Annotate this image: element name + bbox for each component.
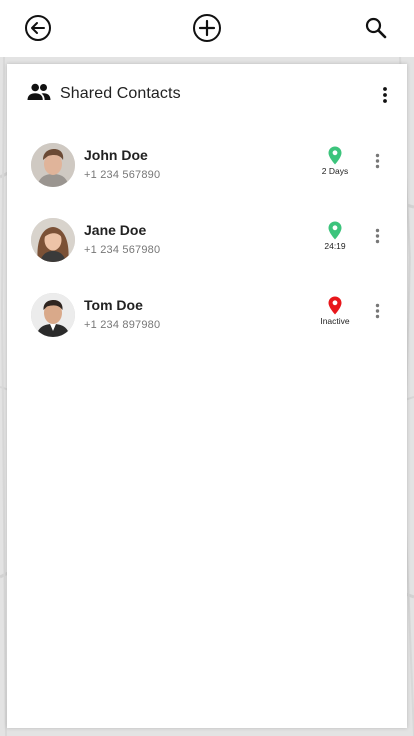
contact-name: Jane Doe — [84, 222, 147, 238]
shared-contacts-panel: Shared Contacts John Doe +1 234 567890 2… — [7, 64, 407, 728]
location-status[interactable]: 24:19 — [312, 221, 358, 257]
more-vertical-icon — [375, 153, 379, 169]
top-bar — [0, 0, 414, 57]
contact-row[interactable]: Tom Doe +1 234 897980 Inactive — [7, 293, 407, 368]
panel-header: Shared Contacts — [7, 64, 407, 126]
plus-circle-icon — [193, 14, 221, 42]
contact-row[interactable]: John Doe +1 234 567890 2 Days — [7, 143, 407, 218]
panel-title: Shared Contacts — [60, 85, 181, 102]
contact-phone: +1 234 897980 — [84, 319, 161, 331]
status-label: Inactive — [320, 316, 350, 326]
back-arrow-circle-icon — [25, 15, 51, 41]
contact-name: John Doe — [84, 147, 148, 163]
status-label: 2 Days — [321, 166, 349, 176]
contact-menu-button[interactable] — [365, 149, 389, 173]
search-button[interactable] — [359, 11, 393, 45]
contact-phone: +1 234 567980 — [84, 244, 161, 256]
avatar — [31, 218, 75, 262]
contact-phone: +1 234 567890 — [84, 169, 161, 181]
location-pin-icon — [328, 221, 342, 240]
contact-row[interactable]: Jane Doe +1 234 567980 24:19 — [7, 218, 407, 293]
location-pin-icon — [328, 146, 342, 165]
add-button[interactable] — [190, 11, 224, 45]
contact-menu-button[interactable] — [365, 299, 389, 323]
status-label: 24:19 — [324, 241, 346, 251]
contact-name: Tom Doe — [84, 297, 143, 313]
panel-menu-button[interactable] — [373, 82, 397, 108]
more-vertical-icon — [375, 303, 379, 319]
search-icon — [365, 17, 387, 39]
more-vertical-icon — [383, 87, 387, 103]
avatar — [31, 143, 75, 187]
contact-menu-button[interactable] — [365, 224, 389, 248]
more-vertical-icon — [375, 228, 379, 244]
people-icon — [27, 83, 51, 106]
avatar — [31, 293, 75, 337]
back-button[interactable] — [21, 11, 55, 45]
location-status[interactable]: Inactive — [312, 296, 358, 332]
location-pin-icon — [328, 296, 342, 315]
location-status[interactable]: 2 Days — [312, 146, 358, 182]
